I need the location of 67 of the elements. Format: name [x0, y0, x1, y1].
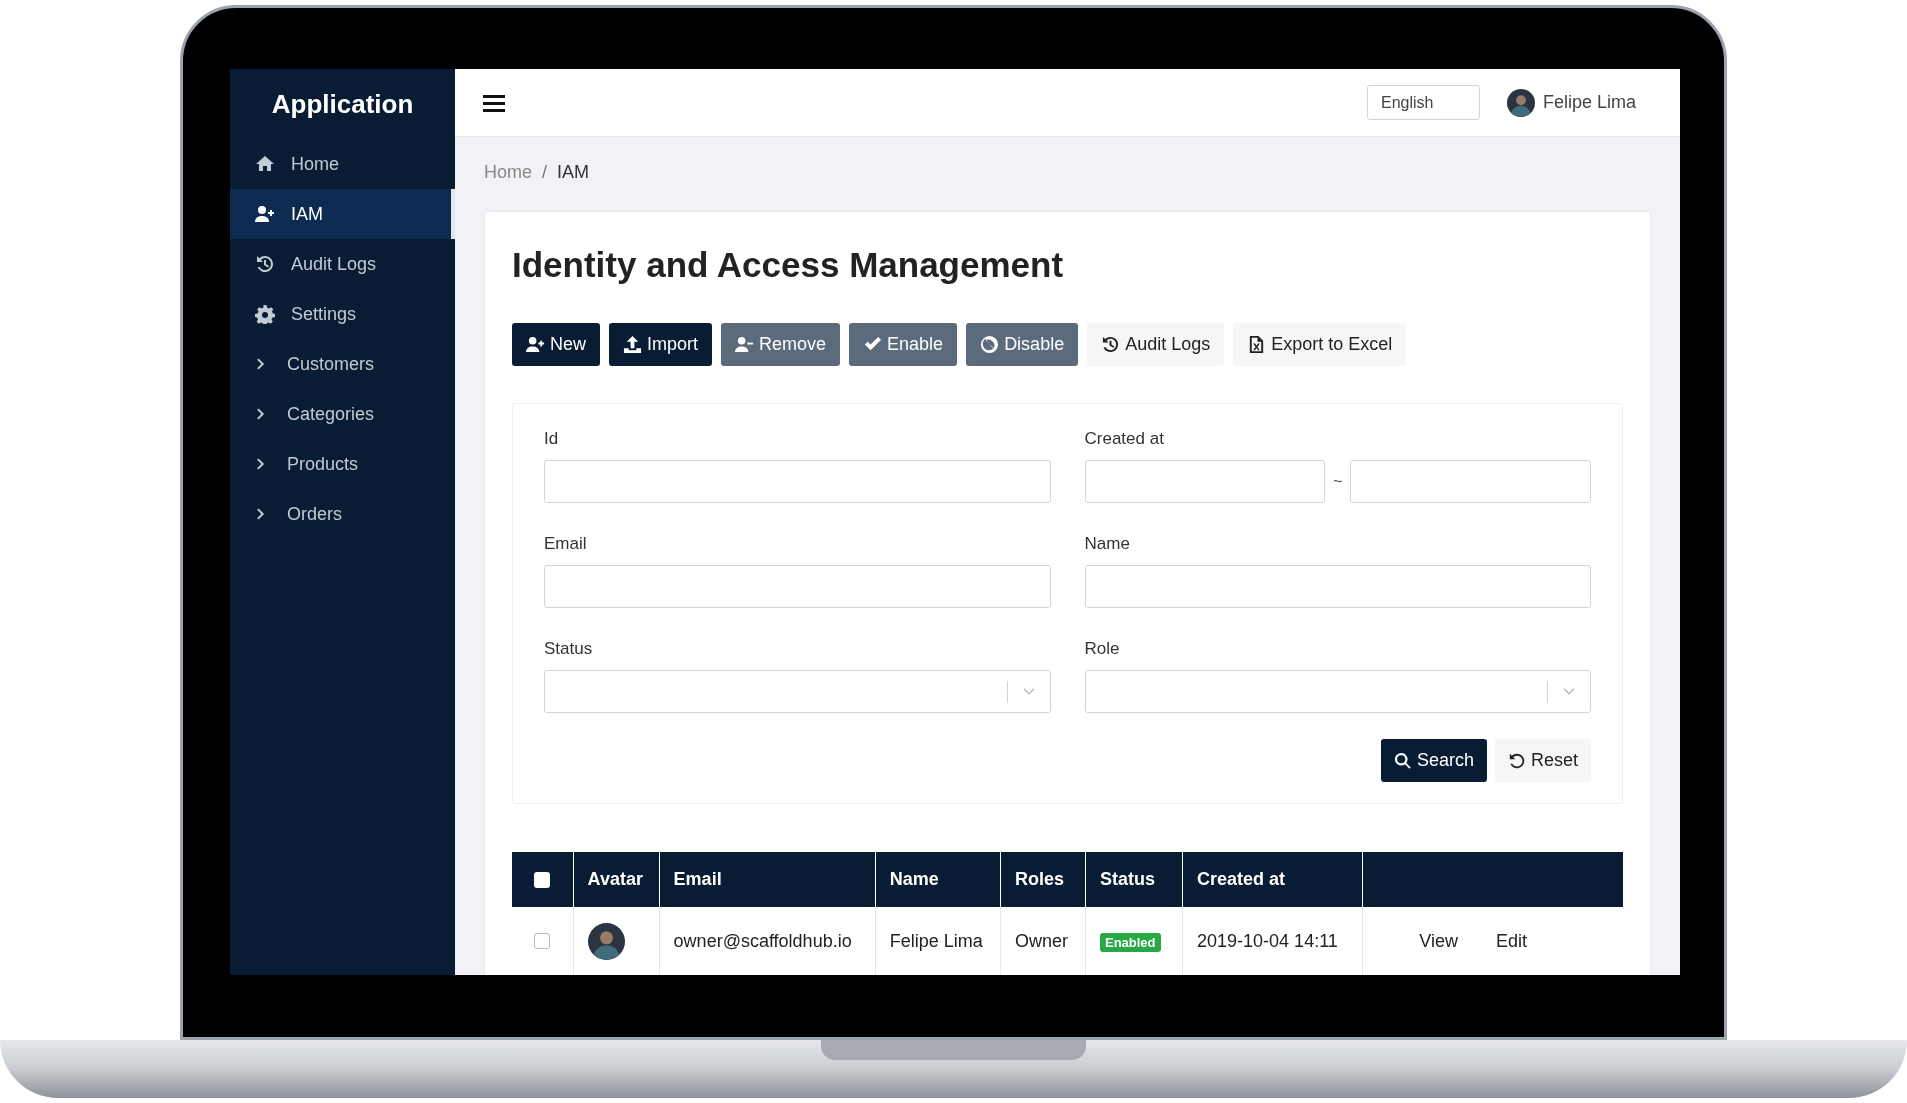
- home-icon: [255, 154, 275, 174]
- language-select[interactable]: English: [1366, 85, 1480, 120]
- avatar: [587, 922, 625, 960]
- sidebar-item[interactable]: IAM: [230, 189, 455, 239]
- history-icon: [1101, 335, 1121, 354]
- sidebar-item[interactable]: Customers: [230, 339, 455, 389]
- avatar: [1506, 88, 1535, 117]
- range-separator: ~: [1333, 471, 1343, 492]
- menu-icon: [483, 92, 505, 113]
- history-icon: [255, 254, 275, 274]
- table-cell: Felipe Lima: [875, 907, 1001, 975]
- user-minus-icon: [735, 335, 755, 354]
- sidebar-item[interactable]: Products: [230, 439, 455, 489]
- sidebar-item[interactable]: Orders: [230, 489, 455, 539]
- field-label: Id: [544, 428, 560, 450]
- field-label: Created at: [1084, 428, 1165, 450]
- breadcrumb-item: IAM: [557, 160, 590, 184]
- field-label: Role: [1084, 638, 1121, 660]
- table-cell: Owner: [1000, 907, 1086, 975]
- column-header: Roles: [1000, 852, 1086, 907]
- reset-icon: [1507, 751, 1526, 770]
- sidebar-item[interactable]: Categories: [230, 389, 455, 439]
- toolbar-button[interactable]: Remove: [721, 323, 841, 366]
- filter-button[interactable]: Reset: [1494, 739, 1591, 782]
- upload-icon: [623, 335, 642, 354]
- column-header: Email: [659, 852, 876, 907]
- toolbar-button[interactable]: Export to Excel: [1233, 323, 1407, 366]
- table-cell: owner@scaffoldhub.io: [659, 907, 876, 975]
- toolbar-button[interactable]: Audit Logs: [1087, 323, 1225, 366]
- checkbox[interactable]: [534, 933, 551, 949]
- field-label: Status: [544, 638, 594, 660]
- input-field[interactable]: [544, 460, 1051, 503]
- column-header: Status: [1085, 852, 1183, 907]
- table-cell: 2019-10-04 14:11: [1182, 907, 1363, 975]
- gear-icon: [255, 304, 275, 324]
- table-row[interactable]: owner@scaffoldhub.io Felipe Lima Owner Enabled 2019-10-04 14:11 View Edit: [512, 907, 1623, 975]
- ban-icon: [980, 335, 1000, 354]
- column-header: Avatar: [573, 852, 660, 907]
- checkbox[interactable]: [534, 871, 551, 888]
- filter-button[interactable]: Search: [1380, 739, 1487, 782]
- column-header: Created at: [1182, 852, 1363, 907]
- row-action-link[interactable]: View: [1419, 927, 1458, 955]
- user-plus-icon: [255, 204, 275, 224]
- input-field[interactable]: [544, 565, 1051, 608]
- sidebar-item[interactable]: Audit Logs: [230, 239, 455, 289]
- status-badge: Enabled: [1099, 932, 1161, 952]
- input-field[interactable]: [1084, 565, 1591, 608]
- toolbar-button[interactable]: Disable: [966, 323, 1079, 366]
- toolbar-button[interactable]: New: [512, 323, 600, 366]
- breadcrumb-separator: /: [542, 160, 548, 184]
- date-field[interactable]: [1084, 460, 1326, 503]
- sidebar-item[interactable]: Settings: [230, 289, 455, 339]
- select-field[interactable]: [544, 670, 1051, 713]
- user-plus-icon: [526, 335, 545, 354]
- date-field[interactable]: [1350, 460, 1591, 503]
- search-icon: [1393, 751, 1412, 770]
- field-label: Email: [544, 533, 588, 555]
- column-header: Name: [875, 852, 1001, 907]
- toolbar-button[interactable]: Import: [609, 323, 713, 366]
- field-label: Name: [1084, 533, 1131, 555]
- select-field[interactable]: [1084, 670, 1591, 713]
- app-title: Application: [270, 87, 415, 121]
- sidebar-item[interactable]: Home: [230, 139, 455, 189]
- toolbar-button[interactable]: Enable: [849, 323, 958, 366]
- user-name[interactable]: Felipe Lima: [1542, 89, 1636, 116]
- row-action-link[interactable]: Edit: [1495, 927, 1527, 955]
- page-title: Identity and Access Management: [512, 244, 1065, 286]
